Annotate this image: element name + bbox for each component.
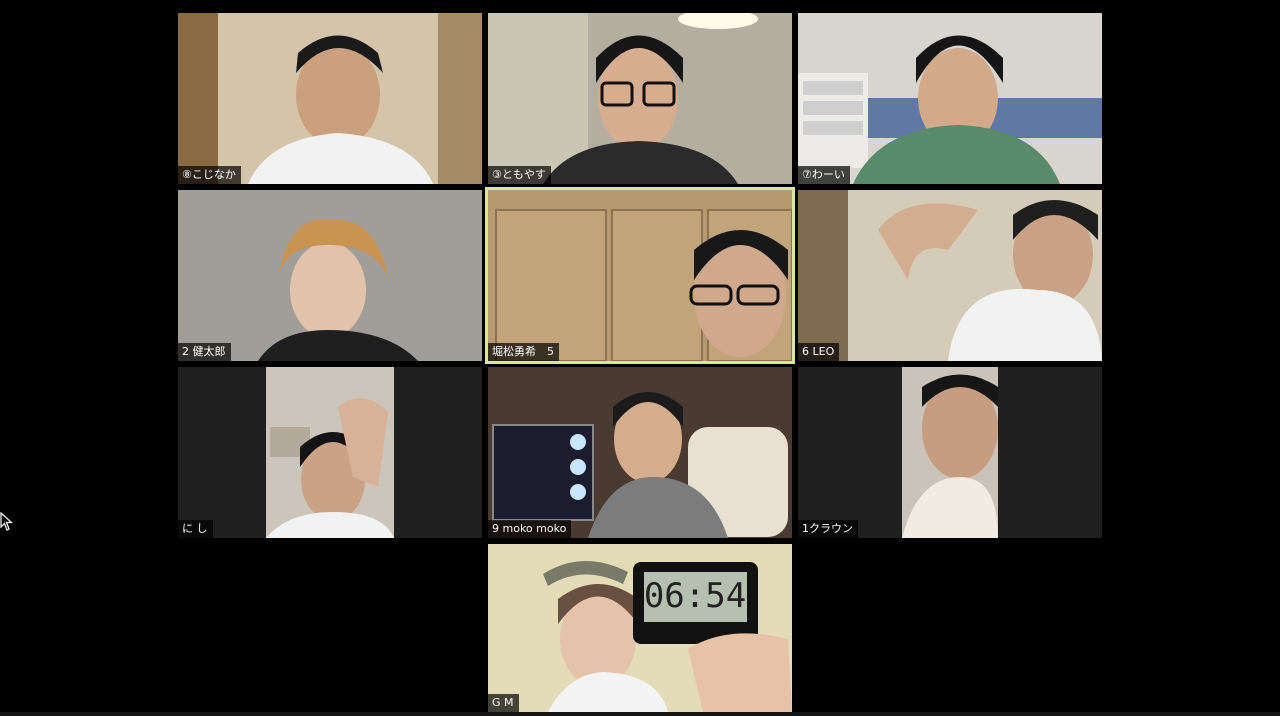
participant-name: G M [488,694,519,712]
video-feed [488,367,792,538]
video-feed [178,190,482,361]
bottom-edge [0,712,1280,716]
video-tile-waai[interactable]: ⑦わーい [798,13,1102,184]
video-tile-crown[interactable]: 1クラウン [798,367,1102,538]
video-feed [798,13,1102,184]
video-feed [488,190,792,361]
video-feed [798,190,1102,361]
video-feed: 06:54 [488,544,792,712]
video-tile-leo[interactable]: 6 LEO [798,190,1102,361]
mouse-pointer-icon [0,511,14,532]
gallery-view: ⑧こじなか ③ともやす ⑦わーい 2 健太郎 堀松勇希 5 6 LEO に し … [0,0,1280,716]
participant-name: ⑧こじなか [178,166,241,184]
participant-name: ⑦わーい [798,166,850,184]
participant-name: 9 moko moko [488,520,572,538]
participant-name: 堀松勇希 5 [488,343,559,361]
video-tile-kentaro[interactable]: 2 健太郎 [178,190,482,361]
participant-name: に し [178,520,213,538]
video-tile-tomoyasu[interactable]: ③ともやす [488,13,792,184]
participant-name: 6 LEO [798,343,840,361]
video-tile-kojinaka[interactable]: ⑧こじなか [178,13,482,184]
video-feed [488,13,792,184]
video-tile-horimatsu-active-speaker[interactable]: 堀松勇希 5 [485,187,795,364]
video-feed [798,367,1102,538]
video-tile-gm[interactable]: 06:54 G M [488,544,792,712]
participant-name: 1クラウン [798,520,858,538]
video-feed [178,13,482,184]
video-tile-nishi[interactable]: に し [178,367,482,538]
video-tile-moko-moko[interactable]: 9 moko moko [488,367,792,538]
timer-display: 06:54 [644,576,746,616]
participant-name: 2 健太郎 [178,343,231,361]
participant-name: ③ともやす [488,166,551,184]
video-feed [178,367,482,538]
